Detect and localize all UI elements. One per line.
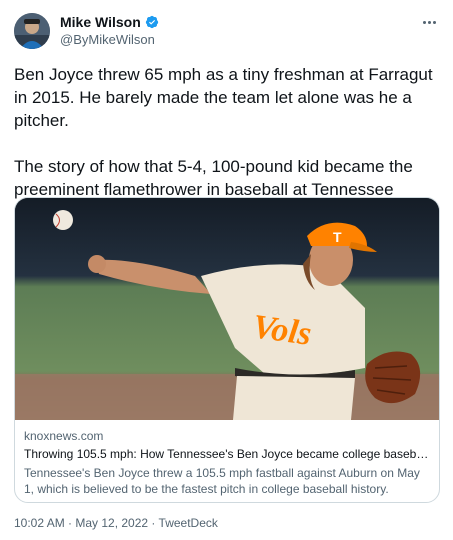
tweet-text: Ben Joyce threw 65 mph as a tiny freshma… (14, 63, 442, 201)
card-domain: knoxnews.com (24, 429, 104, 443)
card-description: Tennessee's Ben Joyce threw a 105.5 mph … (24, 466, 420, 496)
card-title[interactable]: Throwing 105.5 mph: How Tennessee's Ben … (24, 446, 429, 462)
card-meta: knoxnews.com Throwing 105.5 mph: How Ten… (15, 420, 439, 497)
pitcher-photo: Vols T (15, 198, 439, 420)
author-handle[interactable]: @ByMikeWilson (60, 32, 155, 47)
tweet-paragraph: The story of how that 5-4, 100-pound kid… (14, 157, 413, 199)
author-name-row: Mike Wilson (60, 14, 159, 30)
card-image: Vols T (15, 198, 439, 420)
more-options-icon[interactable] (419, 12, 439, 32)
author-display-name[interactable]: Mike Wilson (60, 14, 141, 30)
avatar-image (14, 13, 50, 49)
tweet-timestamp[interactable]: 10:02 AM · May 12, 2022 · TweetDeck (14, 516, 218, 530)
author-avatar[interactable] (14, 13, 50, 49)
tweet-paragraph: Ben Joyce threw 65 mph as a tiny freshma… (14, 65, 433, 130)
tweet: Mike Wilson @ByMikeWilson Ben Joyce thre… (0, 0, 453, 540)
verified-badge-icon (145, 15, 158, 29)
link-preview-card[interactable]: Vols T knoxnews.com Throwing 105.5 mph: … (14, 197, 440, 503)
cap-logo: T (333, 229, 342, 245)
